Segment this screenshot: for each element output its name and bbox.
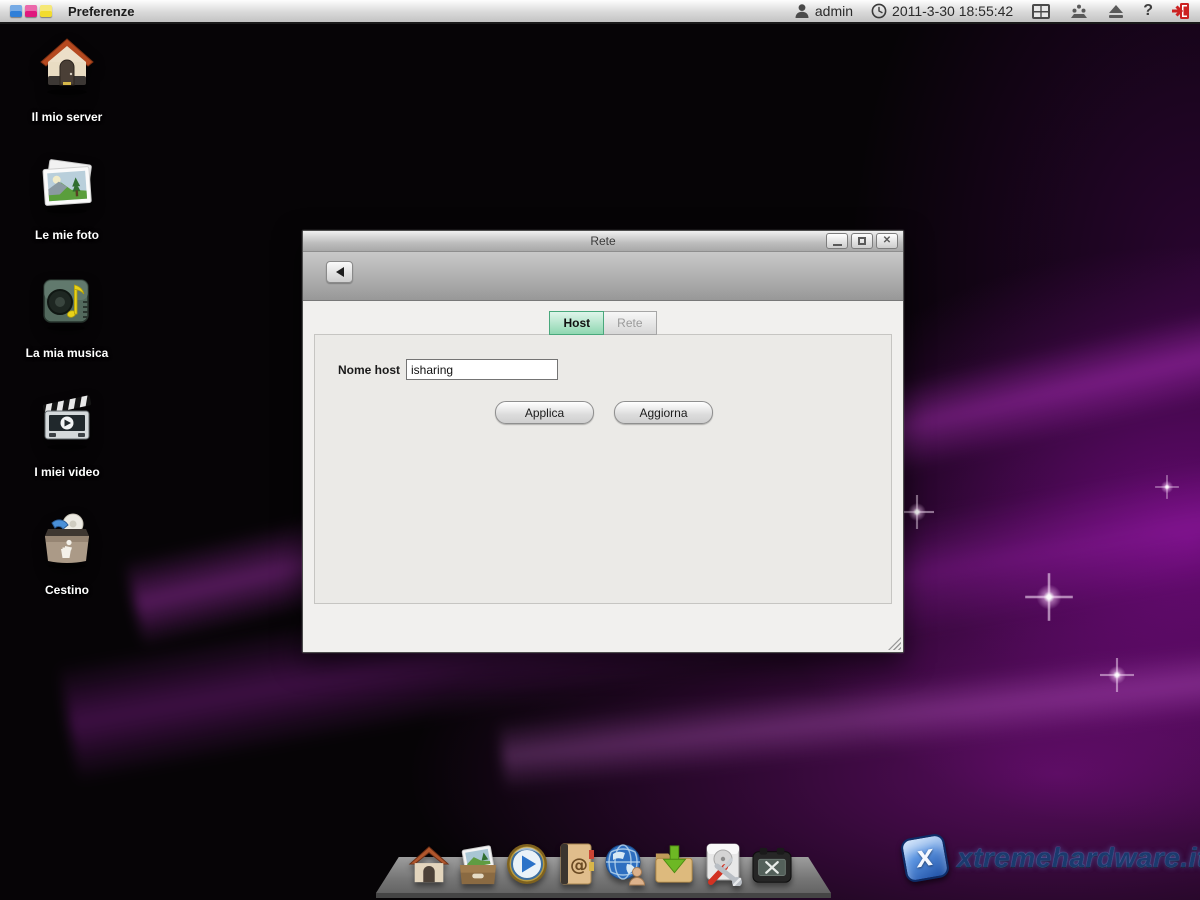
desktop-icon-list: Il mio server Le (22, 36, 112, 597)
xtremehardware-logo-icon: x (900, 833, 951, 884)
watermark: x xtremehardware.it (903, 836, 1200, 880)
wallpaper-sparkle (1100, 658, 1134, 692)
hostname-input[interactable] (406, 359, 558, 380)
wallpaper-sparkle (1155, 475, 1179, 499)
menubar: Preferenze admin 2011-3-30 18:55:42 (0, 0, 1200, 24)
dock-media-player-icon[interactable] (505, 839, 549, 886)
desktop-icon-my-photos[interactable]: Le mie foto (22, 154, 112, 242)
watermark-text: xtremehardware.it (957, 842, 1200, 874)
dock-home-icon[interactable] (407, 839, 451, 886)
wallpaper-sparkle (900, 495, 934, 529)
tab-rete[interactable]: Rete (604, 311, 656, 335)
tab-bar: Host Rete (303, 311, 903, 335)
desktop-icon-label: Il mio server (32, 111, 103, 124)
dock: @ (407, 839, 794, 886)
desktop: Preferenze admin 2011-3-30 18:55:42 (0, 0, 1200, 900)
back-icon (336, 267, 344, 277)
menu-preferenze[interactable]: Preferenze (68, 4, 134, 19)
dock-platform-edge (376, 893, 831, 898)
app-logo-icon (10, 5, 52, 17)
window-titlebar[interactable]: Rete ✕ (303, 231, 903, 252)
dock-network-icon[interactable] (603, 839, 647, 886)
clock-icon (871, 3, 887, 19)
home-icon (38, 36, 96, 101)
desktop-icon-label: Cestino (45, 584, 89, 597)
help-icon[interactable]: ? (1143, 2, 1153, 20)
rete-window: Rete ✕ Host Rete Nome host (302, 230, 904, 653)
back-button[interactable] (326, 261, 353, 283)
desktop-icon-my-videos[interactable]: I miei video (22, 391, 112, 479)
desktop-icon-label: I miei video (34, 466, 99, 479)
refresh-button[interactable]: Aggiorna (614, 401, 713, 424)
maximize-button[interactable] (851, 233, 873, 249)
window-grid-icon[interactable] (1031, 3, 1051, 20)
desktop-icon-label: Le mie foto (35, 229, 99, 242)
tab-host[interactable]: Host (549, 311, 604, 335)
window-toolbar (303, 252, 903, 301)
dock-disk-utility-icon[interactable] (701, 839, 745, 886)
dock-downloads-icon[interactable] (652, 839, 696, 886)
window-content: Host Rete Nome host Applica Aggiorna (303, 301, 903, 652)
logout-icon[interactable] (1171, 2, 1190, 20)
desktop-icon-trash[interactable]: Cestino (22, 509, 112, 597)
apply-button[interactable]: Applica (495, 401, 594, 424)
dock-photos-icon[interactable] (456, 839, 500, 886)
host-panel: Nome host Applica Aggiorna (314, 334, 892, 604)
clock-indicator: 2011-3-30 18:55:42 (871, 3, 1013, 19)
desktop-icon-label: La mia musica (26, 347, 109, 360)
eject-icon[interactable] (1107, 4, 1125, 19)
close-button[interactable]: ✕ (876, 233, 898, 249)
svg-text:@: @ (570, 855, 588, 876)
dock-contacts-icon[interactable]: @ (554, 839, 598, 886)
maximize-icon (858, 237, 866, 245)
wallpaper-sparkle (1025, 573, 1073, 621)
minimize-icon (833, 244, 842, 246)
users-group-icon[interactable] (1069, 4, 1089, 19)
photos-icon (37, 154, 97, 219)
trash-icon (38, 509, 96, 574)
desktop-icon-my-server[interactable]: Il mio server (22, 36, 112, 124)
window-title: Rete (303, 234, 903, 248)
video-icon (37, 391, 97, 456)
music-icon (38, 272, 96, 337)
clock-datetime: 2011-3-30 18:55:42 (892, 3, 1013, 19)
user-icon (794, 3, 810, 19)
user-name: admin (815, 3, 853, 19)
dock-toolbox-icon[interactable] (750, 839, 794, 886)
minimize-button[interactable] (826, 233, 848, 249)
close-icon: ✕ (883, 236, 891, 246)
resize-grip-icon[interactable] (888, 637, 901, 650)
hostname-label: Nome host (338, 363, 400, 377)
desktop-icon-my-music[interactable]: La mia musica (22, 272, 112, 360)
wallpaper-streak (499, 638, 1200, 791)
user-indicator[interactable]: admin (794, 3, 853, 19)
